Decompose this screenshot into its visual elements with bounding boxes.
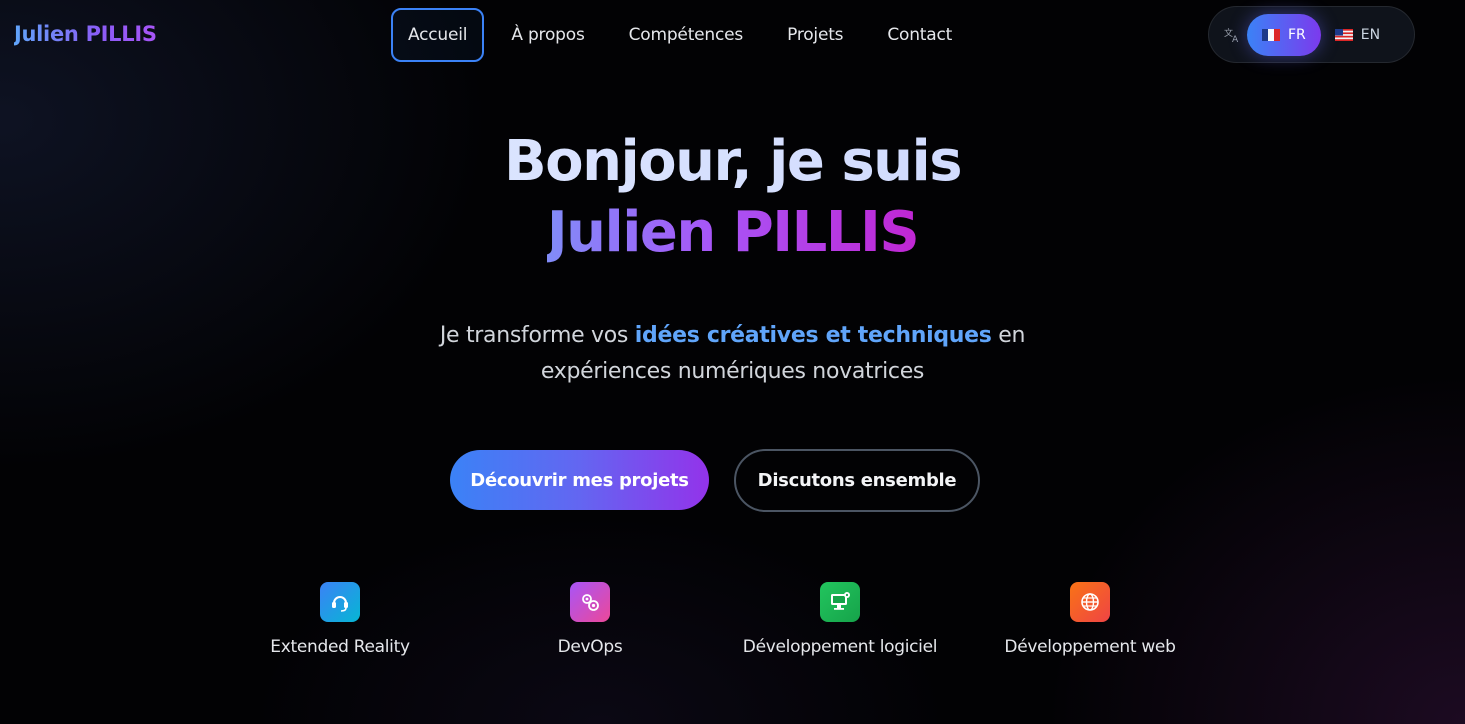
globe-icon xyxy=(1070,582,1110,622)
gears-icon xyxy=(570,582,610,622)
language-label-en: EN xyxy=(1360,26,1381,43)
nav-item-contact[interactable]: Contact xyxy=(870,8,969,62)
hero-greeting: Bonjour, je suis xyxy=(0,128,1465,196)
skill-label: Développement web xyxy=(1004,637,1176,657)
skill-software-dev: Développement logiciel xyxy=(715,582,965,660)
main-nav: Accueil À propos Compétences Projets Con… xyxy=(391,8,969,62)
skill-label: Développement logiciel xyxy=(742,637,938,657)
brand-logo[interactable]: Julien PILLIS xyxy=(14,22,157,46)
skill-web-dev: Développement web xyxy=(965,582,1215,660)
flag-france-icon xyxy=(1262,28,1280,41)
hero-tagline: Je transforme vos idées créatives et tec… xyxy=(0,318,1465,390)
monitor-code-icon xyxy=(820,582,860,622)
nav-item-accueil[interactable]: Accueil xyxy=(391,8,485,62)
nav-item-a-propos[interactable]: À propos xyxy=(494,8,601,62)
flag-usa-icon xyxy=(1334,28,1353,41)
language-switcher: 文 A FR EN xyxy=(1208,6,1415,63)
skill-devops: DevOps xyxy=(465,582,715,660)
tagline-highlight: idées créatives et techniques xyxy=(634,323,992,348)
language-option-fr[interactable]: FR xyxy=(1247,13,1321,56)
language-label-fr: FR xyxy=(1288,26,1306,43)
skill-label: Extended Reality xyxy=(270,637,410,657)
skill-label: DevOps xyxy=(557,637,623,657)
headset-icon xyxy=(320,582,360,622)
skills-row: Extended Reality DevOps Développement lo xyxy=(215,582,1215,692)
tagline-part-2: en xyxy=(991,323,1026,348)
hero-name: Julien PILLIS xyxy=(546,200,920,265)
discover-projects-button[interactable]: Découvrir mes projets xyxy=(450,450,709,510)
lets-talk-button[interactable]: Discutons ensemble xyxy=(734,449,980,512)
tagline-part-1: Je transforme vos xyxy=(439,323,635,348)
nav-item-competences[interactable]: Compétences xyxy=(612,8,760,62)
skill-extended-reality: Extended Reality xyxy=(215,582,465,660)
svg-text:A: A xyxy=(1232,35,1239,44)
hero-name-wrap: Julien PILLIS xyxy=(0,199,1465,267)
tagline-line-2: expériences numériques novatrices xyxy=(540,359,925,384)
nav-item-projets[interactable]: Projets xyxy=(770,8,860,62)
language-option-en[interactable]: EN xyxy=(1321,14,1394,56)
translate-icon: 文 A xyxy=(1223,26,1241,44)
